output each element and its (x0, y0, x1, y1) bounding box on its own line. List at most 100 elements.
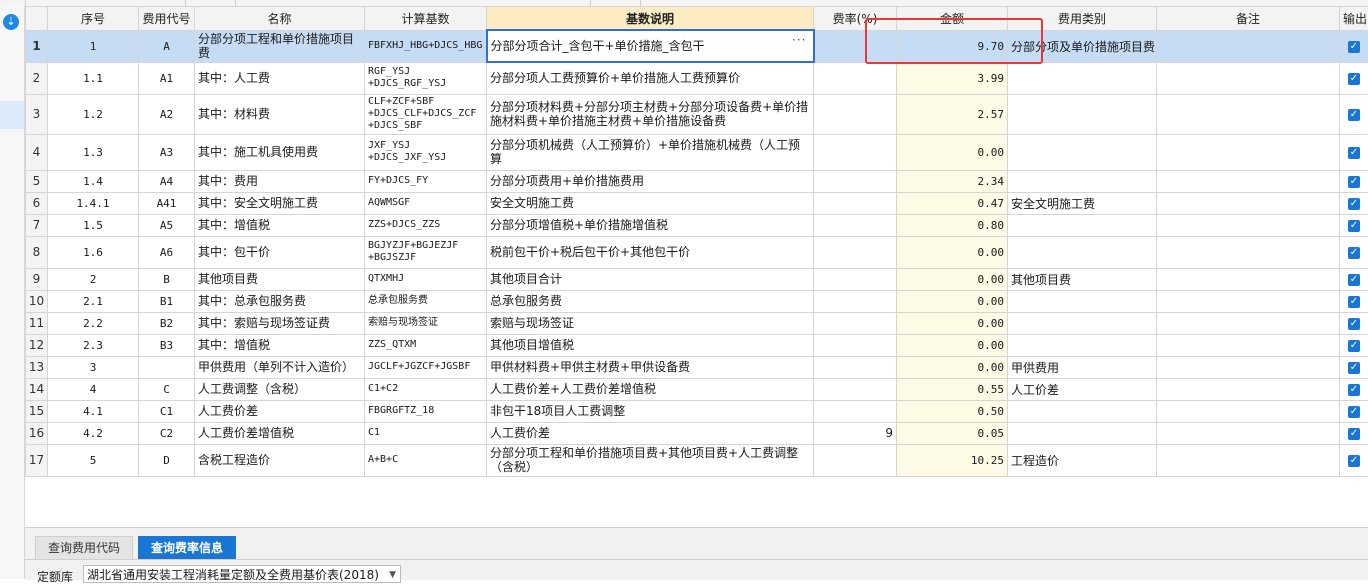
cell-remark[interactable] (1157, 400, 1340, 422)
cell-name[interactable]: 含税工程造价 (195, 444, 365, 476)
cell-desc[interactable]: 其他项目增值税 (487, 334, 814, 356)
cell-remark[interactable] (1157, 94, 1340, 134)
cell-name[interactable]: 人工费调整（含税） (195, 378, 365, 400)
cell-category[interactable] (1008, 62, 1157, 94)
cell-rate[interactable] (814, 94, 897, 134)
cell-seq[interactable]: 1 (48, 30, 139, 62)
cell-remark[interactable] (1157, 30, 1340, 62)
cell-base[interactable]: FBFXHJ_HBG+DJCS_HBG (365, 30, 487, 62)
cell-amount[interactable]: 9.70 (897, 30, 1008, 62)
cell-category[interactable]: 其他项目费 (1008, 268, 1157, 290)
cell-category[interactable] (1008, 334, 1157, 356)
cell-name[interactable]: 分部分项工程和单价措施项目费 (195, 30, 365, 62)
cell-code[interactable]: A4 (139, 170, 195, 192)
cell-base[interactable]: ZZS_QTXM (365, 334, 487, 356)
cell-desc[interactable]: 分部分项人工费预算价+单价措施人工费预算价 (487, 62, 814, 94)
cell-amount[interactable]: 0.00 (897, 134, 1008, 170)
cell-seq[interactable]: 2.3 (48, 334, 139, 356)
cell-code[interactable]: A3 (139, 134, 195, 170)
row-number[interactable]: 13 (26, 356, 48, 378)
cell-rate[interactable] (814, 290, 897, 312)
tab-query-fee-code[interactable]: 查询费用代码 (35, 536, 133, 560)
cell-base[interactable]: C1 (365, 422, 487, 444)
table-row[interactable]: 41.3A3其中：施工机具使用费JXF_YSJ +DJCS_JXF_YSJ分部分… (26, 134, 1368, 170)
cell-amount[interactable]: 0.80 (897, 214, 1008, 236)
cell-output[interactable]: ✓ (1340, 312, 1368, 334)
cell-output[interactable]: ✓ (1340, 378, 1368, 400)
row-number[interactable]: 5 (26, 170, 48, 192)
cell-name[interactable]: 其中：总承包服务费 (195, 290, 365, 312)
cell-output[interactable]: ✓ (1340, 236, 1368, 268)
cell-category[interactable] (1008, 170, 1157, 192)
ellipsis-icon[interactable]: ··· (792, 33, 806, 47)
checkbox-checked-icon[interactable]: ✓ (1348, 274, 1360, 286)
row-number[interactable]: 2 (26, 62, 48, 94)
cell-rate[interactable] (814, 30, 897, 62)
cell-output[interactable]: ✓ (1340, 356, 1368, 378)
checkbox-checked-icon[interactable]: ✓ (1348, 340, 1360, 352)
cell-code[interactable]: A1 (139, 62, 195, 94)
cell-category[interactable] (1008, 94, 1157, 134)
checkbox-checked-icon[interactable]: ✓ (1348, 384, 1360, 396)
checkbox-checked-icon[interactable]: ✓ (1348, 362, 1360, 374)
row-number[interactable]: 10 (26, 290, 48, 312)
row-number[interactable]: 17 (26, 444, 48, 476)
cell-seq[interactable]: 1.5 (48, 214, 139, 236)
cell-output[interactable]: ✓ (1340, 444, 1368, 476)
table-row[interactable]: 122.3B3其中：增值税ZZS_QTXM其他项目增值税0.00✓ (26, 334, 1368, 356)
cell-category[interactable]: 人工价差 (1008, 378, 1157, 400)
cell-remark[interactable] (1157, 236, 1340, 268)
cell-base[interactable]: CLF+ZCF+SBF +DJCS_CLF+DJCS_ZCF +DJCS_SBF (365, 94, 487, 134)
row-number[interactable]: 15 (26, 400, 48, 422)
cell-name[interactable]: 其中：费用 (195, 170, 365, 192)
cell-amount[interactable]: 0.47 (897, 192, 1008, 214)
cell-seq[interactable]: 1.6 (48, 236, 139, 268)
cell-base[interactable]: JXF_YSJ +DJCS_JXF_YSJ (365, 134, 487, 170)
download-circle-icon[interactable]: ⇣ (3, 14, 19, 30)
table-row[interactable]: 102.1B1其中：总承包服务费总承包服务费总承包服务费0.00✓ (26, 290, 1368, 312)
cell-rate[interactable] (814, 378, 897, 400)
table-row[interactable]: 61.4.1A41其中：安全文明施工费AQWMSGF安全文明施工费0.47安全文… (26, 192, 1368, 214)
checkbox-checked-icon[interactable]: ✓ (1348, 109, 1360, 121)
row-number[interactable]: 3 (26, 94, 48, 134)
row-number[interactable]: 7 (26, 214, 48, 236)
table-row[interactable]: 51.4A4其中：费用FY+DJCS_FY分部分项费用+单价措施费用2.34✓ (26, 170, 1368, 192)
quota-library-select[interactable]: 湖北省通用安装工程消耗量定额及全费用基价表(2018) ▼ (83, 565, 401, 583)
checkbox-checked-icon[interactable]: ✓ (1348, 176, 1360, 188)
table-row[interactable]: 144C人工费调整（含税）C1+C2人工费价差+人工费价差增值税0.55人工价差… (26, 378, 1368, 400)
cell-name[interactable]: 人工费价差增值税 (195, 422, 365, 444)
table-row[interactable]: 21.1A1其中：人工费RGF_YSJ +DJCS_RGF_YSJ分部分项人工费… (26, 62, 1368, 94)
cell-category[interactable]: 甲供费用 (1008, 356, 1157, 378)
checkbox-checked-icon[interactable]: ✓ (1348, 147, 1360, 159)
table-row[interactable]: 71.5A5其中：增值税ZZS+DJCS_ZZS分部分项增值税+单价措施增值税0… (26, 214, 1368, 236)
cell-code[interactable]: A41 (139, 192, 195, 214)
checkbox-checked-icon[interactable]: ✓ (1348, 41, 1360, 53)
cell-desc[interactable]: 甲供材料费+甲供主材费+甲供设备费 (487, 356, 814, 378)
table-row[interactable]: 164.2C2人工费价差增值税C1人工费价差90.05✓ (26, 422, 1368, 444)
cell-base[interactable]: C1+C2 (365, 378, 487, 400)
cell-desc[interactable]: 人工费价差+人工费价差增值税 (487, 378, 814, 400)
cell-category[interactable] (1008, 236, 1157, 268)
cell-amount[interactable]: 3.99 (897, 62, 1008, 94)
cell-seq[interactable]: 2.2 (48, 312, 139, 334)
cell-name[interactable]: 其中：索赔与现场签证费 (195, 312, 365, 334)
row-number[interactable]: 16 (26, 422, 48, 444)
col-header-seq[interactable]: 序号 (48, 7, 139, 31)
col-header-base[interactable]: 计算基数 (365, 7, 487, 31)
cell-name[interactable]: 其中：施工机具使用费 (195, 134, 365, 170)
cell-code[interactable]: B1 (139, 290, 195, 312)
cell-amount[interactable]: 0.55 (897, 378, 1008, 400)
checkbox-checked-icon[interactable]: ✓ (1348, 198, 1360, 210)
cell-category[interactable] (1008, 134, 1157, 170)
table-row[interactable]: 11A分部分项工程和单价措施项目费FBFXHJ_HBG+DJCS_HBG分部分项… (26, 30, 1368, 62)
cell-output[interactable]: ✓ (1340, 30, 1368, 62)
row-number[interactable]: 14 (26, 378, 48, 400)
cell-desc[interactable]: 税前包干价+税后包干价+其他包干价 (487, 236, 814, 268)
cell-rate[interactable] (814, 334, 897, 356)
cell-name[interactable]: 其中：增值税 (195, 214, 365, 236)
cell-category[interactable]: 工程造价 (1008, 444, 1157, 476)
cell-remark[interactable] (1157, 422, 1340, 444)
cell-base[interactable]: 索赔与现场签证 (365, 312, 487, 334)
cell-seq[interactable]: 1.4.1 (48, 192, 139, 214)
cell-seq[interactable]: 1.4 (48, 170, 139, 192)
